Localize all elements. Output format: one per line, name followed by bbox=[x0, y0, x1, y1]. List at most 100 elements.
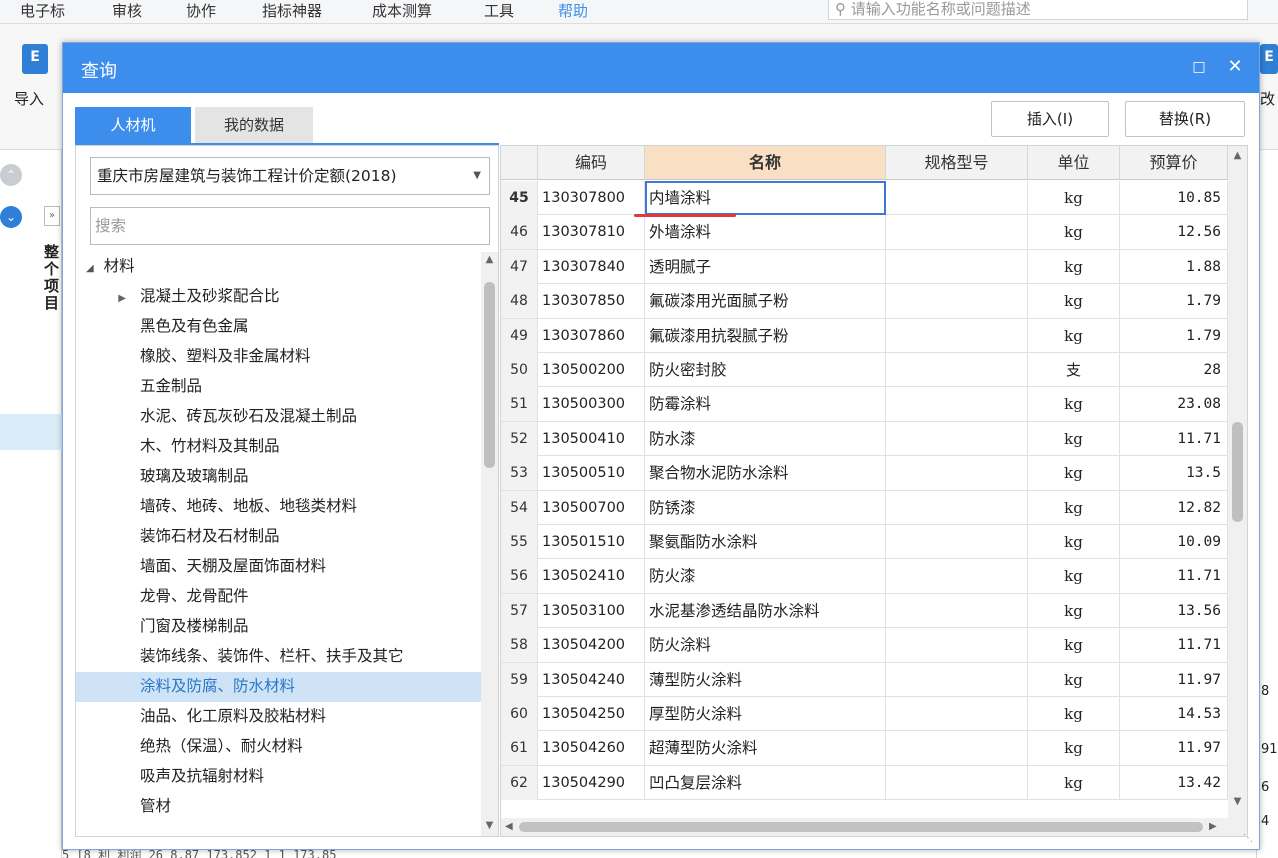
cell-code[interactable]: 130307850 bbox=[538, 284, 645, 319]
cell-unit[interactable]: kg bbox=[1028, 284, 1120, 319]
cell-spec[interactable] bbox=[886, 284, 1028, 319]
table-row[interactable]: 56 130502410 防火漆 kg 11.71 bbox=[501, 559, 1228, 594]
cell-price[interactable]: 13.56 bbox=[1120, 593, 1228, 628]
cell-code[interactable]: 130307810 bbox=[538, 215, 645, 250]
cell-unit[interactable]: kg bbox=[1028, 490, 1120, 525]
table-row[interactable]: 47 130307840 透明腻子 kg 1.88 bbox=[501, 249, 1228, 285]
expand-icon[interactable]: » bbox=[44, 206, 60, 226]
cell-name[interactable]: 凹凸复层涂料 bbox=[645, 765, 886, 800]
table-row[interactable]: 57 130503100 水泥基渗透结晶防水涂料 kg 13.56 bbox=[501, 593, 1228, 629]
cell-spec[interactable] bbox=[886, 353, 1028, 387]
table-row[interactable]: 50 130500200 防火密封胶 支 28 bbox=[501, 353, 1228, 388]
cell-name[interactable]: 防霉涂料 bbox=[645, 387, 886, 422]
cell-code[interactable]: 130504240 bbox=[538, 662, 645, 697]
tree-item[interactable]: 绝热（保温）、耐火材料 bbox=[76, 732, 481, 762]
cell-spec[interactable] bbox=[886, 387, 1028, 422]
cell-name[interactable]: 厚型防火涂料 bbox=[645, 697, 886, 731]
cell-unit[interactable]: 支 bbox=[1028, 353, 1120, 387]
cell-num[interactable]: 51 bbox=[501, 387, 538, 422]
tree-root[interactable]: ◢ 材料 bbox=[86, 252, 135, 282]
cell-num[interactable]: 47 bbox=[501, 249, 538, 284]
cell-price[interactable]: 11.97 bbox=[1120, 731, 1228, 766]
tree-item[interactable]: 装饰线条、装饰件、栏杆、扶手及其它 bbox=[76, 642, 481, 672]
cell-spec[interactable] bbox=[886, 249, 1028, 284]
cell-num[interactable]: 55 bbox=[501, 525, 538, 559]
tree-search-input[interactable]: 搜索 bbox=[90, 207, 490, 245]
cell-code[interactable]: 130502410 bbox=[538, 559, 645, 594]
cell-code[interactable]: 130307840 bbox=[538, 249, 645, 284]
cell-num[interactable]: 57 bbox=[501, 593, 538, 628]
cell-spec[interactable] bbox=[886, 490, 1028, 525]
scroll-right-icon[interactable]: ▶ bbox=[1209, 821, 1217, 832]
maximize-icon[interactable]: □ bbox=[1187, 55, 1211, 79]
import-icon[interactable]: E bbox=[22, 44, 48, 74]
menu-item-help[interactable]: 帮助 bbox=[558, 0, 588, 24]
edit-label[interactable]: 改 bbox=[1260, 88, 1275, 109]
cell-price[interactable]: 23.08 bbox=[1120, 387, 1228, 422]
expand-triangle-icon[interactable]: ▶ bbox=[76, 285, 140, 313]
tree-scroll-thumb[interactable] bbox=[484, 282, 495, 468]
cell-spec[interactable] bbox=[886, 456, 1028, 491]
cell-num[interactable]: 54 bbox=[501, 490, 538, 525]
collapse-up-icon[interactable]: ⌃ bbox=[0, 164, 22, 186]
table-row[interactable]: 48 130307850 氟碳漆用光面腻子粉 kg 1.79 bbox=[501, 284, 1228, 319]
cell-price[interactable]: 1.79 bbox=[1120, 318, 1228, 353]
cell-name[interactable]: 防火漆 bbox=[645, 559, 886, 594]
cell-code[interactable]: 130307800 bbox=[538, 181, 645, 215]
cell-code[interactable]: 130501510 bbox=[538, 525, 645, 559]
cell-num[interactable]: 49 bbox=[501, 318, 538, 353]
cell-price[interactable]: 10.09 bbox=[1120, 525, 1228, 559]
cell-spec[interactable] bbox=[886, 181, 1028, 215]
table-row[interactable]: 45 130307800 内墙涂料 kg 10.85 bbox=[501, 181, 1228, 216]
cell-price[interactable]: 10.85 bbox=[1120, 181, 1228, 215]
cell-spec[interactable] bbox=[886, 559, 1028, 594]
cell-price[interactable]: 1.79 bbox=[1120, 284, 1228, 319]
cell-unit[interactable]: kg bbox=[1028, 181, 1120, 215]
table-row[interactable]: 55 130501510 聚氨酯防水涂料 kg 10.09 bbox=[501, 525, 1228, 560]
cell-name[interactable]: 氟碳漆用抗裂腻子粉 bbox=[645, 318, 886, 353]
cell-name[interactable]: 内墙涂料 bbox=[645, 181, 886, 215]
tree-item[interactable]: 龙骨、龙骨配件 bbox=[76, 582, 481, 612]
cell-unit[interactable]: kg bbox=[1028, 765, 1120, 800]
header-name[interactable]: 名称 bbox=[645, 146, 886, 180]
function-search-input[interactable]: ⚲ 请输入功能名称或问题描述 bbox=[828, 0, 1248, 20]
cell-num[interactable]: 50 bbox=[501, 353, 538, 387]
menu-item-cost-estimate[interactable]: 成本测算 bbox=[372, 0, 432, 24]
menu-item-index-tool[interactable]: 指标神器 bbox=[262, 0, 322, 24]
table-row[interactable]: 62 130504290 凹凸复层涂料 kg 13.42 bbox=[501, 765, 1228, 801]
cell-price[interactable]: 11.71 bbox=[1120, 559, 1228, 594]
table-vscrollbar[interactable]: ▲ ▼ bbox=[1228, 146, 1247, 818]
cell-num[interactable]: 58 bbox=[501, 628, 538, 663]
table-row[interactable]: 61 130504260 超薄型防火涂料 kg 11.97 bbox=[501, 731, 1228, 766]
cell-unit[interactable]: kg bbox=[1028, 387, 1120, 422]
collapse-down-icon[interactable]: ⌄ bbox=[0, 206, 22, 228]
tab-my-data[interactable]: 我的数据 bbox=[195, 107, 313, 143]
cell-num[interactable]: 46 bbox=[501, 215, 538, 250]
cell-code[interactable]: 130500510 bbox=[538, 456, 645, 491]
cell-price[interactable]: 12.56 bbox=[1120, 215, 1228, 250]
table-row[interactable]: 51 130500300 防霉涂料 kg 23.08 bbox=[501, 387, 1228, 422]
cell-name[interactable]: 外墙涂料 bbox=[645, 215, 886, 250]
cell-name[interactable]: 防火密封胶 bbox=[645, 353, 886, 387]
menu-item-review[interactable]: 审核 bbox=[112, 0, 142, 24]
tree-item[interactable]: 黑色及有色金属 bbox=[76, 312, 481, 342]
cell-price[interactable]: 1.88 bbox=[1120, 249, 1228, 284]
cell-code[interactable]: 130500410 bbox=[538, 421, 645, 456]
close-icon[interactable]: ✕ bbox=[1223, 55, 1247, 79]
cell-unit[interactable]: kg bbox=[1028, 628, 1120, 663]
import-label[interactable]: 导入 bbox=[14, 88, 44, 109]
cell-name[interactable]: 防锈漆 bbox=[645, 490, 886, 525]
cell-spec[interactable] bbox=[886, 765, 1028, 800]
cell-price[interactable]: 28 bbox=[1120, 353, 1228, 387]
cell-num[interactable]: 56 bbox=[501, 559, 538, 594]
cell-name[interactable]: 防火涂料 bbox=[645, 628, 886, 663]
cell-code[interactable]: 130504260 bbox=[538, 731, 645, 766]
cell-unit[interactable]: kg bbox=[1028, 593, 1120, 628]
tree-item[interactable]: 玻璃及玻璃制品 bbox=[76, 462, 481, 492]
scroll-down-icon[interactable]: ▼ bbox=[1231, 796, 1244, 808]
table-hscroll-thumb[interactable] bbox=[519, 822, 1203, 832]
cell-name[interactable]: 薄型防火涂料 bbox=[645, 662, 886, 697]
tree-item[interactable]: 水泥、砖瓦灰砂石及混凝土制品 bbox=[76, 402, 481, 432]
resize-grip-icon[interactable]: ⋱ bbox=[1243, 833, 1253, 844]
header-code[interactable]: 编码 bbox=[538, 146, 645, 180]
